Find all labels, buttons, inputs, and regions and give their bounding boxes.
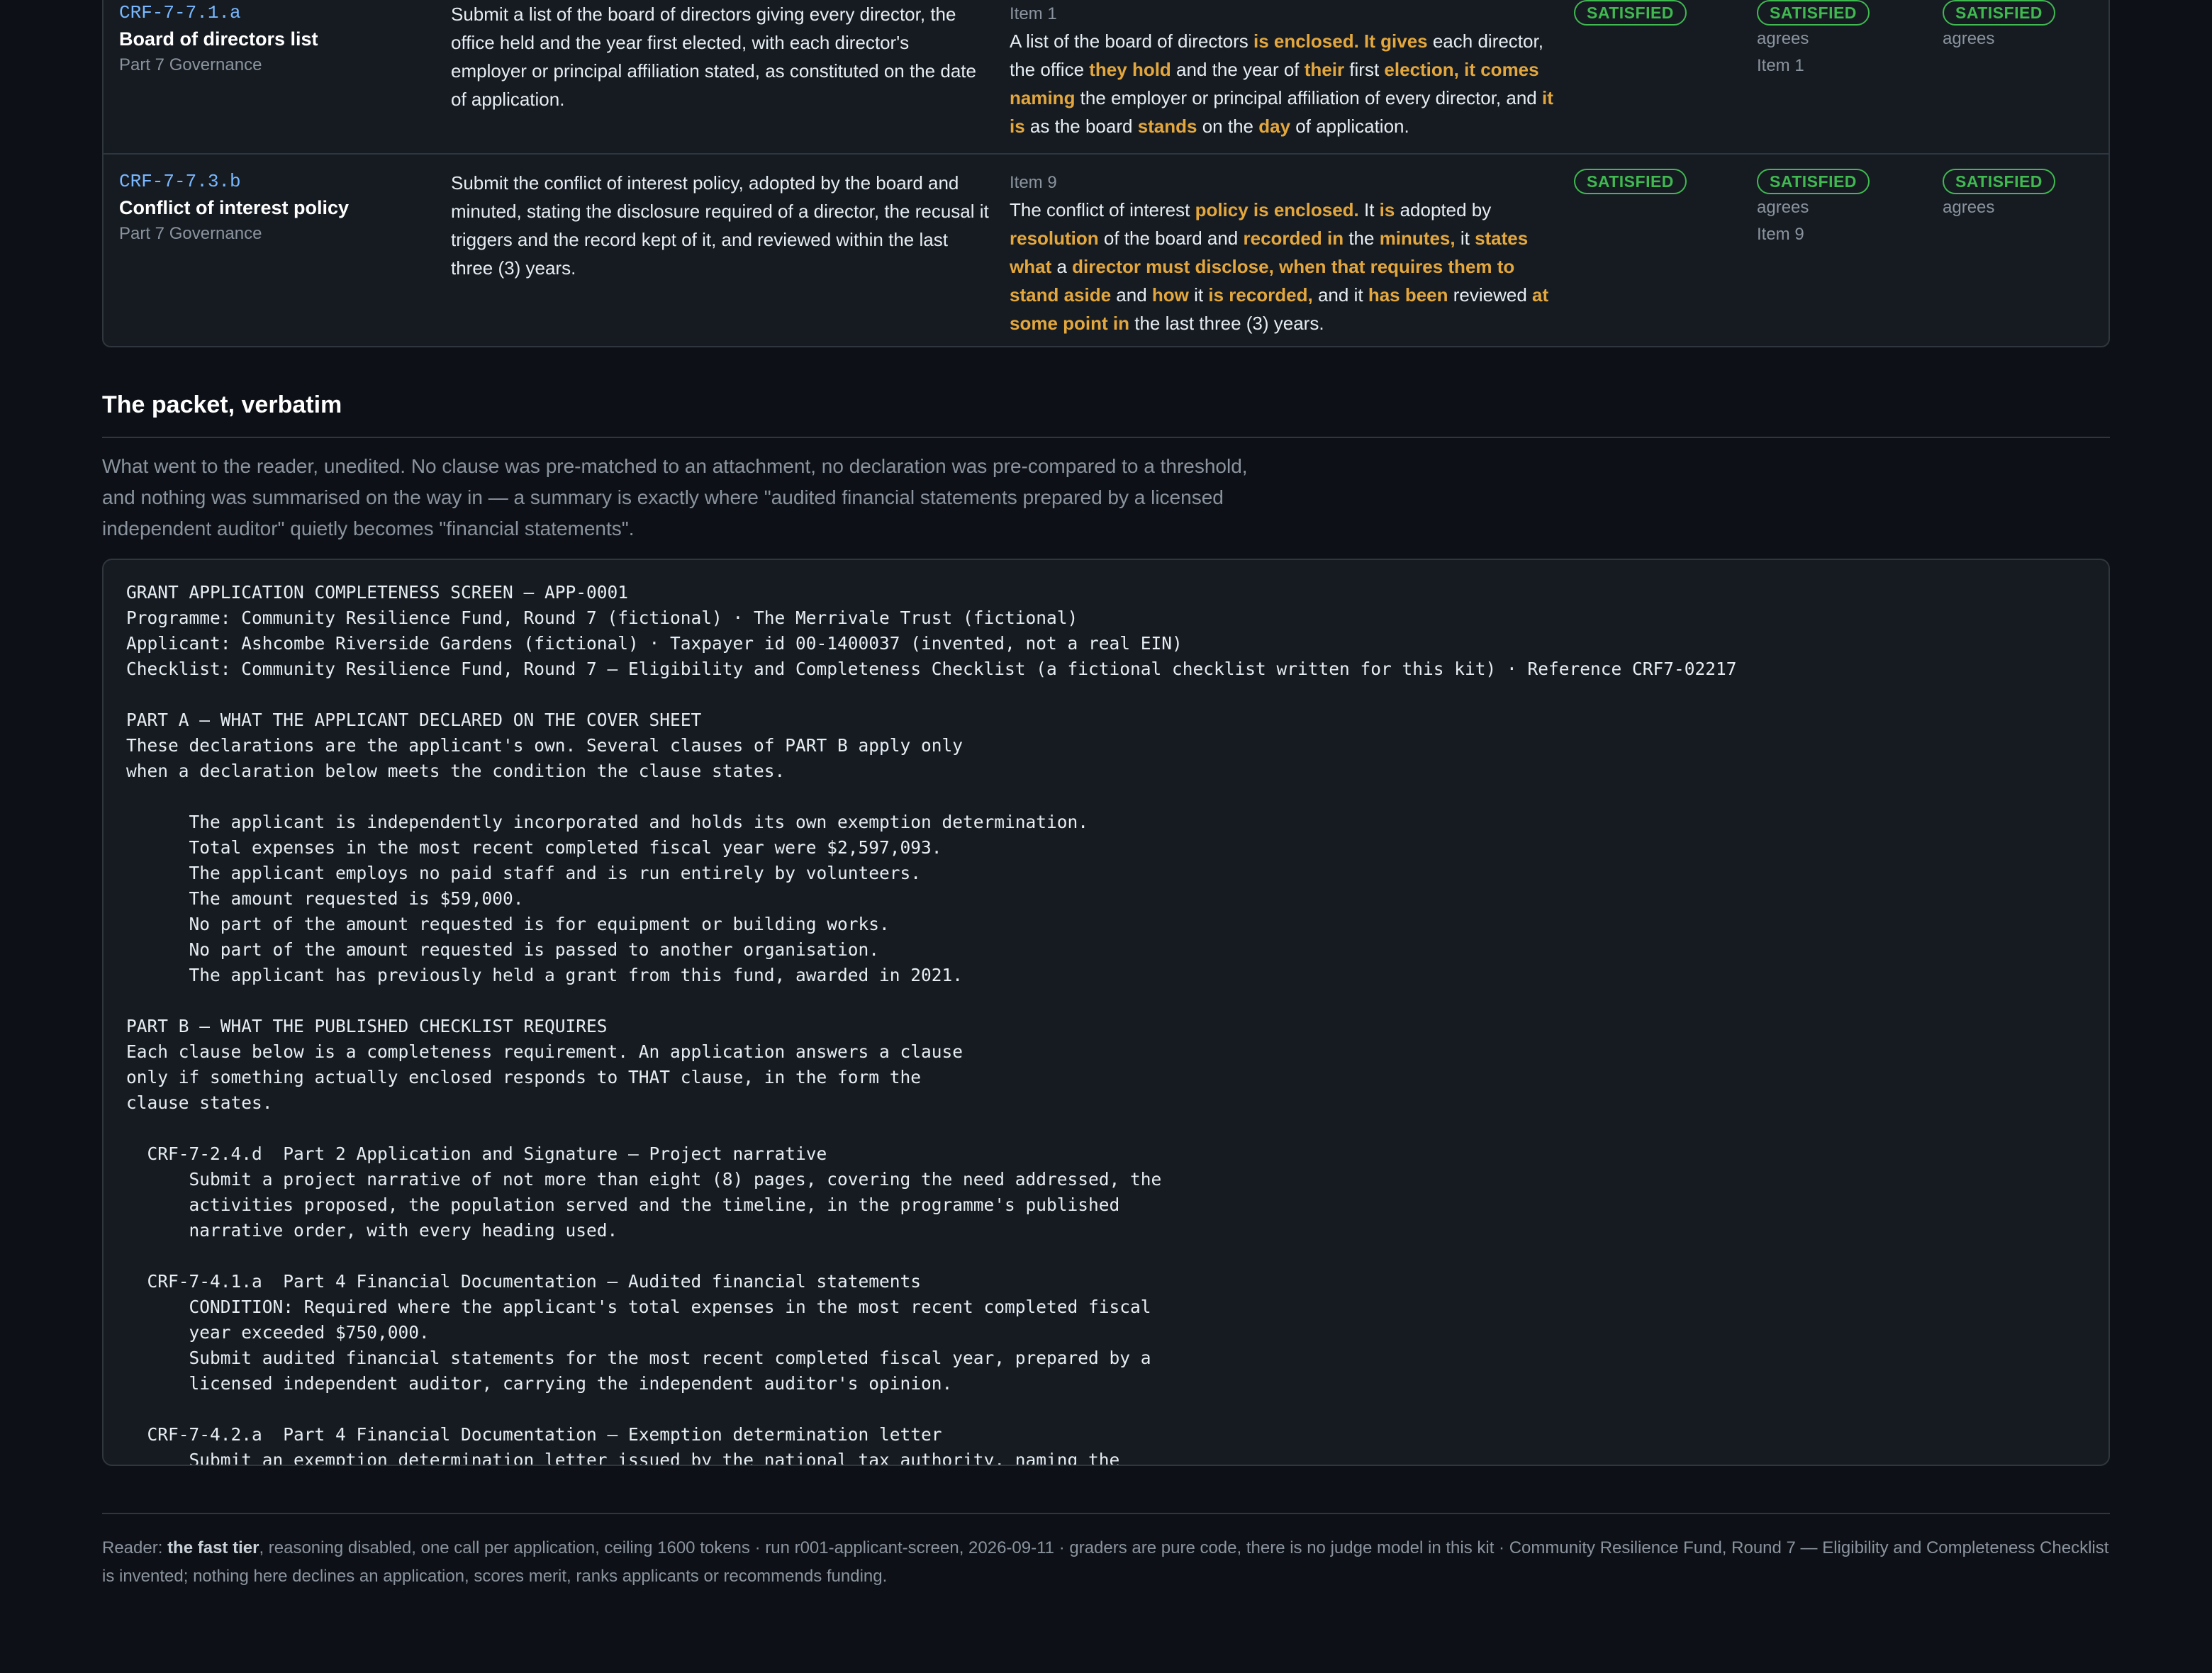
footer-divider bbox=[102, 1513, 2110, 1514]
highlighted-phrase: is enclosed. It gives bbox=[1253, 30, 1428, 52]
section-divider bbox=[102, 437, 2110, 438]
agreement-note: agrees bbox=[1757, 198, 1809, 217]
highlighted-phrase: stands bbox=[1137, 116, 1197, 137]
highlighted-phrase: is bbox=[1379, 199, 1395, 220]
highlighted-phrase: they hold bbox=[1089, 59, 1171, 80]
evidence-phrase: of the board and bbox=[1098, 228, 1244, 249]
evidence-phrase: The conflict of interest bbox=[1010, 199, 1195, 220]
evidence-phrase: as the board bbox=[1024, 116, 1138, 137]
table-row: CRF-7-7.3.b Conflict of interest policy … bbox=[104, 153, 2108, 347]
evidence-phrase: on the bbox=[1197, 116, 1259, 137]
status-badge: SATISFIED bbox=[1757, 169, 1870, 194]
evidence-phrase: A list of the board of directors bbox=[1010, 30, 1253, 52]
evidence-phrase: first bbox=[1344, 59, 1385, 80]
clause-id-link[interactable]: CRF-7-7.3.b bbox=[119, 169, 417, 194]
evidence-text: The conflict of interest policy is enclo… bbox=[1010, 196, 1563, 337]
agreement-item: Item 9 bbox=[1757, 225, 1804, 244]
status-badge: SATISFIED bbox=[1943, 169, 2055, 194]
results-table: CRF-7-7.1.a Board of directors list Part… bbox=[102, 0, 2110, 347]
evidence-phrase: of application. bbox=[1290, 116, 1409, 137]
clause-part: Part 7 Governance bbox=[119, 55, 262, 74]
evidence-phrase: the last three (3) years. bbox=[1129, 313, 1324, 334]
evidence-phrase: a bbox=[1051, 256, 1073, 277]
evidence-phrase: the employer or principal affiliation of… bbox=[1075, 87, 1542, 108]
highlighted-phrase: how bbox=[1151, 284, 1189, 306]
evidence-phrase: and bbox=[1111, 284, 1152, 306]
highlighted-phrase: day bbox=[1258, 116, 1291, 137]
status-badge: SATISFIED bbox=[1943, 0, 2055, 26]
clause-id-link[interactable]: CRF-7-7.1.a bbox=[119, 0, 417, 26]
table-row: CRF-7-7.1.a Board of directors list Part… bbox=[104, 0, 2108, 153]
evidence-item-label: Item 9 bbox=[1010, 173, 1057, 192]
highlighted-phrase: has been bbox=[1368, 284, 1448, 306]
packet-panel[interactable]: GRANT APPLICATION COMPLETENESS SCREEN — … bbox=[102, 559, 2110, 1466]
highlighted-phrase: their bbox=[1304, 59, 1345, 80]
evidence-phrase: and it bbox=[1312, 284, 1368, 306]
footer-prefix: Reader: bbox=[102, 1538, 168, 1557]
agreement-item: Item 1 bbox=[1757, 56, 1804, 75]
clause-title: Board of directors list bbox=[119, 28, 318, 50]
section-intro: What went to the reader, unedited. No cl… bbox=[102, 455, 1248, 539]
highlighted-phrase: is recorded, bbox=[1208, 284, 1313, 306]
evidence-phrase: and the year of bbox=[1171, 59, 1305, 80]
evidence-phrase: it bbox=[1188, 284, 1209, 306]
requirement-text: Submit the conflict of interest policy, … bbox=[451, 172, 989, 279]
evidence-text: A list of the board of directors is encl… bbox=[1010, 27, 1563, 140]
footer-note: Reader: the fast tier, reasoning disable… bbox=[102, 1534, 2110, 1591]
packet-verbatim-text: GRANT APPLICATION COMPLETENESS SCREEN — … bbox=[126, 582, 1737, 1466]
highlighted-phrase: policy is enclosed. bbox=[1195, 199, 1359, 220]
highlighted-phrase: resolution bbox=[1010, 228, 1099, 249]
evidence-phrase: reviewed bbox=[1448, 284, 1533, 306]
agreement-note: agrees bbox=[1943, 29, 1995, 48]
footer-reader-tier: the fast tier bbox=[167, 1538, 259, 1557]
status-badge: SATISFIED bbox=[1574, 0, 1687, 26]
clause-part: Part 7 Governance bbox=[119, 224, 262, 243]
status-badge: SATISFIED bbox=[1574, 169, 1687, 194]
section-title: The packet, verbatim bbox=[102, 391, 342, 418]
footer-rest: , reasoning disabled, one call per appli… bbox=[102, 1538, 2109, 1586]
evidence-phrase: It bbox=[1358, 199, 1380, 220]
agreement-note: agrees bbox=[1943, 198, 1995, 217]
clause-title: Conflict of interest policy bbox=[119, 197, 350, 218]
highlighted-phrase: minutes, bbox=[1379, 228, 1456, 249]
evidence-item-label: Item 1 bbox=[1010, 4, 1057, 23]
highlighted-phrase: recorded in bbox=[1243, 228, 1344, 249]
evidence-phrase: it bbox=[1455, 228, 1475, 249]
status-badge: SATISFIED bbox=[1757, 0, 1870, 26]
requirement-text: Submit a list of the board of directors … bbox=[451, 4, 976, 110]
agreement-note: agrees bbox=[1757, 29, 1809, 48]
evidence-phrase: adopted by bbox=[1395, 199, 1492, 220]
evidence-phrase: the bbox=[1344, 228, 1380, 249]
